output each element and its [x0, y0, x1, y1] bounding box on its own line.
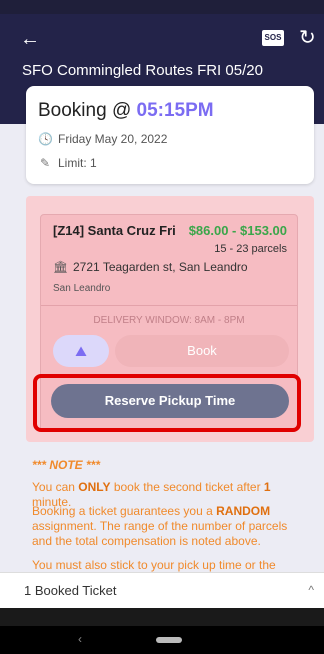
booking-date: Friday May 20, 2022: [58, 132, 168, 146]
ticket-icon: ✎: [39, 156, 51, 170]
map-button[interactable]: ⛰: [53, 335, 109, 367]
note-text: You can: [32, 480, 79, 494]
note-text: assignment. The range of the number of p…: [32, 519, 288, 548]
ticket-zone: [Z14] Santa Cruz Fri: [53, 223, 176, 238]
nav-back-icon[interactable]: ‹: [78, 632, 82, 646]
reserve-pickup-button[interactable]: Reserve Pickup Time: [51, 384, 289, 418]
note-text: book the second ticket after: [110, 480, 264, 494]
booked-tickets-bar[interactable]: 1 Booked Ticket ^: [0, 572, 324, 608]
page-title: SFO Commingled Routes FRI 05/20: [22, 62, 263, 79]
booking-date-row: 🕓 Friday May 20, 2022: [38, 132, 167, 146]
clock-icon: 🕓: [38, 132, 53, 146]
ticket-city: San Leandro: [53, 283, 111, 294]
booking-heading: Booking @ 05:15PM: [38, 100, 214, 122]
note-bold: 1: [263, 480, 271, 494]
divider: [41, 305, 297, 306]
ticket-price: $86.00 - $153.00: [188, 223, 287, 238]
delivery-window: DELIVERY WINDOW: 8AM - 8PM: [93, 315, 245, 326]
book-button[interactable]: Book: [115, 335, 289, 367]
back-arrow-icon[interactable]: ←: [20, 28, 42, 50]
booking-limit: Limit: 1: [58, 156, 97, 170]
ticket-parcels: 15 - 23 parcels: [214, 243, 287, 255]
note-bold: RANDOM: [216, 504, 271, 518]
booking-limit-row: ✎ Limit: 1: [38, 156, 97, 170]
system-nav-bar: ‹: [0, 626, 324, 654]
booking-card: Booking @ 05:15PM 🕓 Friday May 20, 2022 ✎…: [26, 86, 314, 184]
ticket-address: 2721 Teagarden st, San Leandro: [73, 260, 248, 274]
building-icon: 🏛: [53, 260, 69, 274]
note-text: Booking a ticket guarantees you a: [32, 504, 217, 518]
note-heading: *** NOTE ***: [32, 458, 101, 472]
booking-time: 05:15PM: [136, 100, 214, 121]
chevron-up-icon[interactable]: ^: [308, 583, 314, 597]
sos-button[interactable]: SOS: [262, 30, 284, 46]
refresh-icon[interactable]: ↻: [299, 28, 319, 48]
note-line-2: Booking a ticket guarantees you a RANDOM…: [32, 504, 304, 549]
status-bar: [0, 0, 324, 14]
nav-home-pill[interactable]: [156, 637, 182, 643]
map-pin-icon: ⛰: [75, 343, 87, 359]
booking-label: Booking @: [38, 100, 132, 121]
note-bold: ONLY: [78, 480, 111, 494]
booked-count: 1 Booked Ticket: [24, 583, 117, 598]
ticket-address-row: 🏛 2721 Teagarden st, San Leandro: [53, 260, 248, 274]
